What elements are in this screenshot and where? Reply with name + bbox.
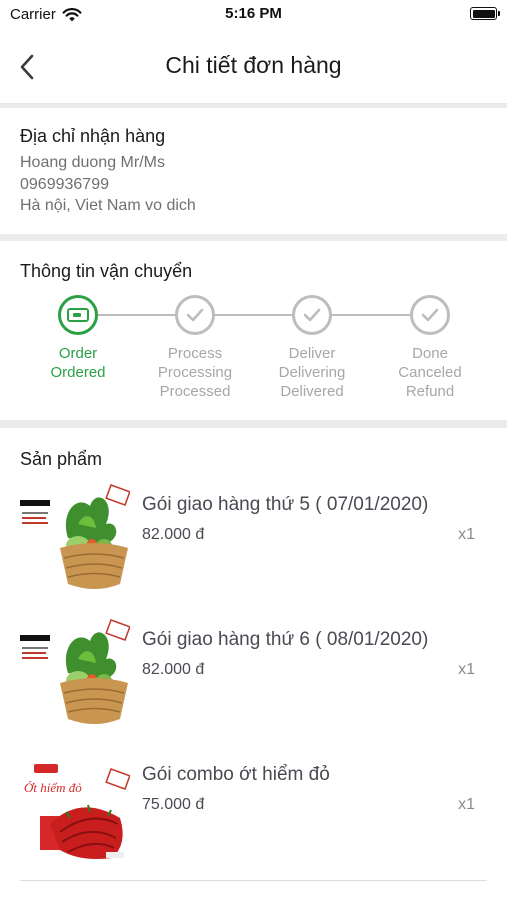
step-label-line: Deliver xyxy=(288,345,336,362)
battery-icon xyxy=(470,7,500,20)
vegetable-basket-image xyxy=(20,619,130,729)
product-quantity: x1 xyxy=(458,526,475,543)
step-label-line: Ordered xyxy=(50,364,106,381)
step-label-line: Process xyxy=(167,345,223,362)
product-quantity: x1 xyxy=(458,796,475,813)
step-label: Process Processing Processed xyxy=(130,344,260,401)
step-label-line: Order xyxy=(58,345,98,362)
step-done: Done Canceled Refund xyxy=(365,295,495,401)
check-icon xyxy=(421,308,439,322)
step-circle xyxy=(292,295,332,335)
navigation-bar: Chi tiết đơn hàng xyxy=(0,30,507,104)
shipping-progress: Order Ordered Process Processing Process… xyxy=(0,295,507,405)
step-label-line: Refund xyxy=(405,383,455,400)
section-divider xyxy=(0,420,507,428)
product-item[interactable]: Gói giao hàng thứ 5 ( 07/01/2020) 82.000… xyxy=(0,484,507,614)
chili-image-label: Ớt hiểm đỏ xyxy=(24,780,82,795)
recipient-name: Hoang duong Mr/Ms xyxy=(20,154,165,171)
recipient-address: Hà nội, Viet Nam vo dich xyxy=(20,197,196,214)
product-item[interactable]: Ớt hiểm đỏ Gói combo ớt hiểm đỏ 75.000 đ… xyxy=(0,754,507,884)
step-label-line: Canceled xyxy=(398,364,462,381)
list-divider xyxy=(20,880,487,881)
recipient-phone: 0969936799 xyxy=(20,176,109,193)
vegetable-basket-image xyxy=(20,484,130,594)
red-chili-image: Ớt hiểm đỏ xyxy=(20,754,130,864)
step-circle xyxy=(410,295,450,335)
product-name: Gói giao hàng thứ 5 ( 07/01/2020) xyxy=(142,494,429,515)
card-icon xyxy=(67,308,89,322)
status-time: 5:16 PM xyxy=(225,5,282,22)
product-name: Gói giao hàng thứ 6 ( 08/01/2020) xyxy=(142,629,429,650)
product-quantity: x1 xyxy=(458,661,475,678)
check-icon xyxy=(186,308,204,322)
step-label-line: Processed xyxy=(159,383,231,400)
shipping-section-title: Thông tin vận chuyển xyxy=(20,261,193,281)
step-circle xyxy=(58,295,98,335)
page-title: Chi tiết đơn hàng xyxy=(165,52,342,78)
step-label: Done Canceled Refund xyxy=(365,344,495,401)
status-bar: Carrier 5:16 PM xyxy=(0,0,507,30)
section-divider xyxy=(0,234,507,241)
address-section-title: Địa chỉ nhận hàng xyxy=(20,126,166,146)
step-label-line: Delivering xyxy=(278,364,346,381)
step-label-line: Done xyxy=(412,345,448,362)
step-deliver: Deliver Delivering Delivered xyxy=(247,295,377,401)
product-name: Gói combo ớt hiểm đỏ xyxy=(142,764,330,785)
products-section-title: Sản phẩm xyxy=(20,449,103,469)
step-label-line: Delivered xyxy=(280,383,344,400)
product-price: 75.000 đ xyxy=(142,796,205,813)
step-label: Deliver Delivering Delivered xyxy=(247,344,377,401)
step-label-line: Processing xyxy=(157,364,233,381)
product-price: 82.000 đ xyxy=(142,526,205,543)
step-process: Process Processing Processed xyxy=(130,295,260,401)
product-price: 82.000 đ xyxy=(142,661,205,678)
check-icon xyxy=(303,308,321,322)
step-order: Order Ordered xyxy=(13,295,143,382)
step-label: Order Ordered xyxy=(13,344,143,382)
section-divider xyxy=(0,104,507,108)
step-circle xyxy=(175,295,215,335)
product-item[interactable]: Gói giao hàng thứ 6 ( 08/01/2020) 82.000… xyxy=(0,619,507,749)
